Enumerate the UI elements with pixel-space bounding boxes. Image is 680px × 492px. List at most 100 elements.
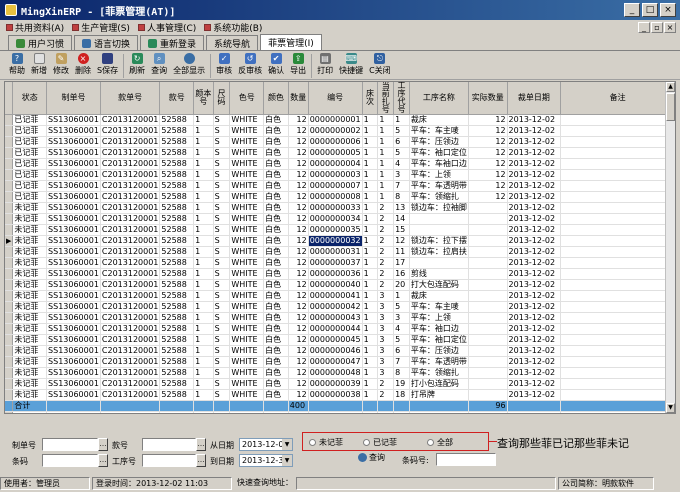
table-cell[interactable] <box>560 224 675 236</box>
table-cell[interactable]: WHITE <box>229 323 265 335</box>
table-cell[interactable]: 2013-12-02 <box>507 367 562 379</box>
table-cell[interactable]: SS13060001 <box>46 147 101 159</box>
table-cell[interactable]: S <box>213 356 231 368</box>
table-cell[interactable]: C2013120001 <box>100 378 161 390</box>
table-cell[interactable]: 裁床 <box>409 290 469 302</box>
table-cell[interactable]: 52588 <box>159 114 195 126</box>
table-cell[interactable]: C2013120001 <box>100 246 161 258</box>
table-cell[interactable]: WHITE <box>229 312 265 324</box>
table-cell[interactable] <box>560 125 675 137</box>
table-cell[interactable]: 2013-12-02 <box>507 356 562 368</box>
table-cell[interactable]: 12 <box>468 169 508 181</box>
table-cell[interactable]: 5 <box>393 334 410 346</box>
row-indicator[interactable] <box>5 290 14 302</box>
table-cell[interactable]: 2013-12-02 <box>507 114 562 126</box>
table-cell[interactable]: 1 <box>193 345 214 357</box>
table-cell[interactable]: 白色 <box>263 290 289 302</box>
table-cell[interactable]: 白色 <box>263 246 289 258</box>
table-row[interactable]: 未记菲 SS13060001 C2013120001 52588 1 S WHITE 白色 12… <box>5 367 675 379</box>
row-indicator[interactable] <box>5 257 14 269</box>
table-cell[interactable]: 1 <box>193 367 214 379</box>
table-cell[interactable]: 白色 <box>263 279 289 291</box>
table-cell[interactable]: 未记菲 <box>12 378 48 390</box>
row-indicator[interactable] <box>5 213 14 225</box>
table-row[interactable]: 已记菲 SS13060001 C2013120001 52588 1 S WHITE 白色 12… <box>5 147 675 159</box>
table-cell[interactable]: SS13060001 <box>46 345 101 357</box>
table-cell[interactable]: 1 <box>362 378 379 390</box>
table-cell[interactable]: 1 <box>193 169 214 181</box>
table-cell[interactable] <box>560 202 675 214</box>
table-cell[interactable]: 未记菲 <box>12 213 48 225</box>
table-cell[interactable]: 0000000034 <box>308 213 363 225</box>
table-cell[interactable]: S <box>213 378 231 390</box>
column-header[interactable]: 制单号 <box>46 82 101 115</box>
table-cell[interactable] <box>560 356 675 368</box>
table-cell[interactable]: S <box>213 246 231 258</box>
table-cell[interactable]: S <box>213 312 231 324</box>
table-cell[interactable]: C2013120001 <box>100 180 161 192</box>
table-cell[interactable]: 0000000036 <box>308 268 363 280</box>
table-cell[interactable]: 1 <box>193 136 214 148</box>
table-cell[interactable]: 白色 <box>263 301 289 313</box>
table-cell[interactable]: 19 <box>393 378 410 390</box>
table-row[interactable]: 未记菲 SS13060001 C2013120001 52588 1 S WHITE 白色 12… <box>5 279 675 291</box>
table-cell[interactable]: 0000000001 <box>308 114 363 126</box>
table-cell[interactable]: 1 <box>362 290 379 302</box>
chevron-down-icon[interactable]: ▼ <box>282 455 292 466</box>
table-cell[interactable]: 52588 <box>159 224 195 236</box>
table-cell[interactable]: 白色 <box>263 147 289 159</box>
table-cell[interactable]: 3 <box>377 345 395 357</box>
table-cell[interactable]: 52588 <box>159 213 195 225</box>
table-cell[interactable]: 12 <box>288 334 309 346</box>
table-cell[interactable]: 2 <box>377 268 395 280</box>
table-cell[interactable]: 12 <box>288 180 309 192</box>
column-header[interactable]: 状态 <box>12 82 48 115</box>
table-cell[interactable]: 0000000043 <box>308 312 363 324</box>
table-cell[interactable] <box>560 191 675 203</box>
table-cell[interactable]: S <box>213 235 231 247</box>
table-cell[interactable]: C2013120001 <box>100 389 161 401</box>
table-cell[interactable]: 白色 <box>263 356 289 368</box>
table-cell[interactable]: WHITE <box>229 378 265 390</box>
table-cell[interactable]: SS13060001 <box>46 389 101 401</box>
table-cell[interactable]: 1 <box>362 169 379 181</box>
table-cell[interactable]: WHITE <box>229 334 265 346</box>
row-indicator[interactable] <box>5 301 14 313</box>
table-cell[interactable]: C2013120001 <box>100 345 161 357</box>
table-cell[interactable] <box>560 213 675 225</box>
table-cell[interactable]: 1 <box>193 389 214 401</box>
table-cell[interactable]: 白色 <box>263 213 289 225</box>
table-cell[interactable]: WHITE <box>229 224 265 236</box>
table-cell[interactable]: 白色 <box>263 323 289 335</box>
table-cell[interactable]: 已记菲 <box>12 180 48 192</box>
approve-button[interactable]: ✓ 审核 <box>213 52 235 76</box>
table-cell[interactable]: 2013-12-02 <box>507 389 562 401</box>
table-cell[interactable]: S <box>213 323 231 335</box>
table-cell[interactable]: 1 <box>193 323 214 335</box>
table-row[interactable]: 未记菲 SS13060001 C2013120001 52588 1 S WHITE 白色 12… <box>5 312 675 324</box>
table-cell[interactable]: 1 <box>362 367 379 379</box>
table-cell[interactable]: 12 <box>288 224 309 236</box>
table-cell[interactable]: WHITE <box>229 235 265 247</box>
column-header[interactable]: 当前扎号 <box>377 82 395 115</box>
table-cell[interactable] <box>560 312 675 324</box>
table-cell[interactable]: 52588 <box>159 158 195 170</box>
table-cell[interactable]: C2013120001 <box>100 235 161 247</box>
barcode-no-input[interactable] <box>436 453 496 466</box>
table-cell[interactable]: 1 <box>377 158 395 170</box>
table-cell[interactable]: 1 <box>377 191 395 203</box>
table-cell[interactable]: C2013120001 <box>100 367 161 379</box>
menu-personnel[interactable]: 人事管理(C) <box>134 21 200 34</box>
row-indicator[interactable] <box>5 180 14 192</box>
table-cell[interactable] <box>560 323 675 335</box>
table-cell[interactable]: 12 <box>288 147 309 159</box>
table-cell[interactable]: WHITE <box>229 257 265 269</box>
table-cell[interactable]: 14 <box>393 213 410 225</box>
edit-button[interactable]: ✎ 修改 <box>50 52 72 76</box>
row-indicator[interactable] <box>5 125 14 137</box>
table-cell[interactable]: 白色 <box>263 158 289 170</box>
radio-recorded[interactable]: 已记菲 <box>363 437 397 448</box>
table-cell[interactable]: SS13060001 <box>46 213 101 225</box>
table-cell[interactable]: 平车：车透明带 <box>409 356 469 368</box>
table-cell[interactable]: 2 <box>377 246 395 258</box>
